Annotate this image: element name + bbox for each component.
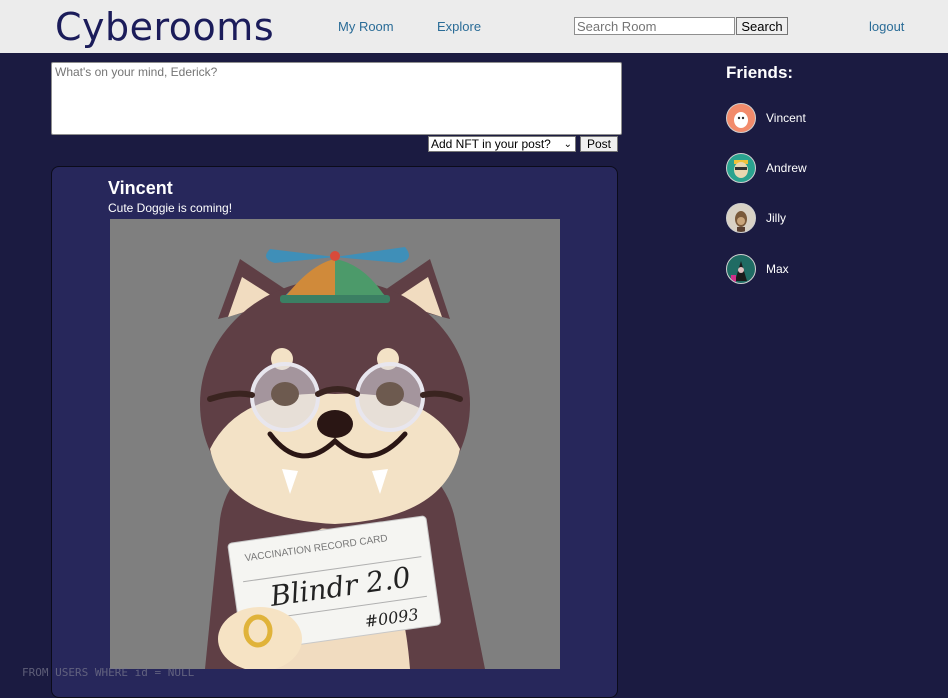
avatar: [726, 103, 756, 133]
friend-item-max[interactable]: Max: [726, 254, 876, 284]
nav-explore-link[interactable]: Explore: [437, 19, 481, 34]
friends-heading: Friends:: [726, 63, 794, 82]
friend-item-vincent[interactable]: Vincent: [726, 103, 876, 133]
post-composer-textarea[interactable]: [51, 62, 622, 135]
post-submit-button[interactable]: Post: [580, 136, 618, 152]
nft-select-dropdown[interactable]: Add NFT in your post? ⌄: [428, 136, 576, 152]
site-logo[interactable]: Cyberooms: [55, 5, 274, 49]
top-navigation-bar: Cyberooms My Room Explore Search logout: [0, 0, 948, 53]
avatar: [726, 254, 756, 284]
logout-link[interactable]: logout: [869, 19, 904, 34]
avatar: [726, 153, 756, 183]
friend-name: Max: [766, 262, 789, 276]
search-button[interactable]: Search: [736, 17, 788, 35]
shiba-dog-nft-illustration: VACCINATION RECORD CARD Blindr 2.0 #0093: [110, 219, 560, 669]
post-author-name[interactable]: Vincent: [108, 178, 173, 199]
friend-item-jilly[interactable]: Jilly: [726, 203, 876, 233]
nft-select-value: Add NFT in your post?: [431, 137, 551, 151]
post-body-text: Cute Doggie is coming!: [108, 201, 233, 215]
friend-item-andrew[interactable]: Andrew: [726, 153, 876, 183]
post-nft-image: VACCINATION RECORD CARD Blindr 2.0 #0093: [110, 219, 560, 669]
background-code-overlay: FROM USERS WHERE id = NULL: [22, 666, 195, 679]
friend-name: Vincent: [766, 111, 806, 125]
avatar: [726, 203, 756, 233]
nav-my-room-link[interactable]: My Room: [338, 19, 394, 34]
chevron-down-icon: ⌄: [563, 139, 572, 150]
search-room-input[interactable]: [574, 17, 735, 35]
friend-name: Andrew: [766, 161, 807, 175]
friend-name: Jilly: [766, 211, 786, 225]
